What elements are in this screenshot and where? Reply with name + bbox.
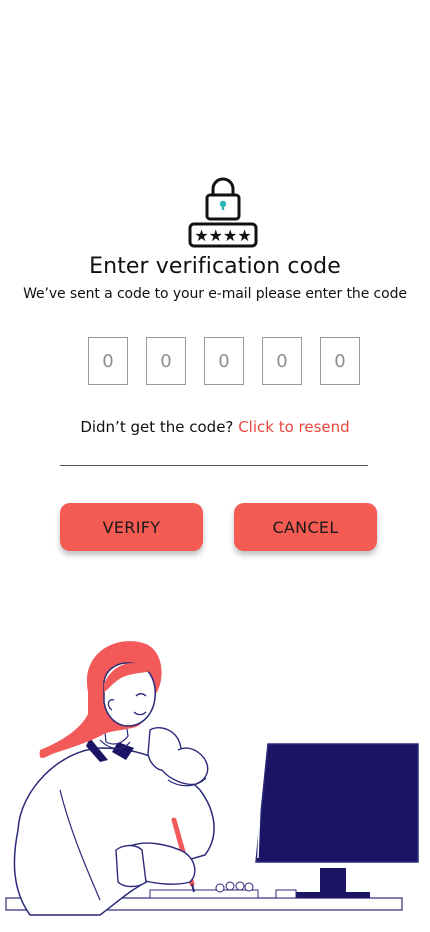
woman-at-computer-illustration <box>5 641 419 916</box>
code-digit-1[interactable] <box>88 337 128 385</box>
page-title: Enter verification code <box>89 254 341 279</box>
code-input-group <box>88 337 360 385</box>
divider <box>60 465 368 466</box>
verification-screen: ★★★★ Enter verification code We’ve sent … <box>0 0 430 932</box>
cancel-button[interactable]: CANCEL <box>234 503 377 551</box>
code-digit-4[interactable] <box>262 337 302 385</box>
svg-text:★★★★: ★★★★ <box>194 226 251 245</box>
page-subtitle: We’ve sent a code to your e-mail please … <box>23 286 407 302</box>
resend-link[interactable]: Click to resend <box>238 418 349 436</box>
verify-button[interactable]: VERIFY <box>60 503 203 551</box>
code-digit-5[interactable] <box>320 337 360 385</box>
resend-prompt: Didn’t get the code? <box>80 418 234 436</box>
padlock-password-icon: ★★★★ <box>188 177 258 248</box>
resend-row: Didn’t get the code? Click to resend <box>0 418 430 436</box>
code-digit-3[interactable] <box>204 337 244 385</box>
code-digit-2[interactable] <box>146 337 186 385</box>
